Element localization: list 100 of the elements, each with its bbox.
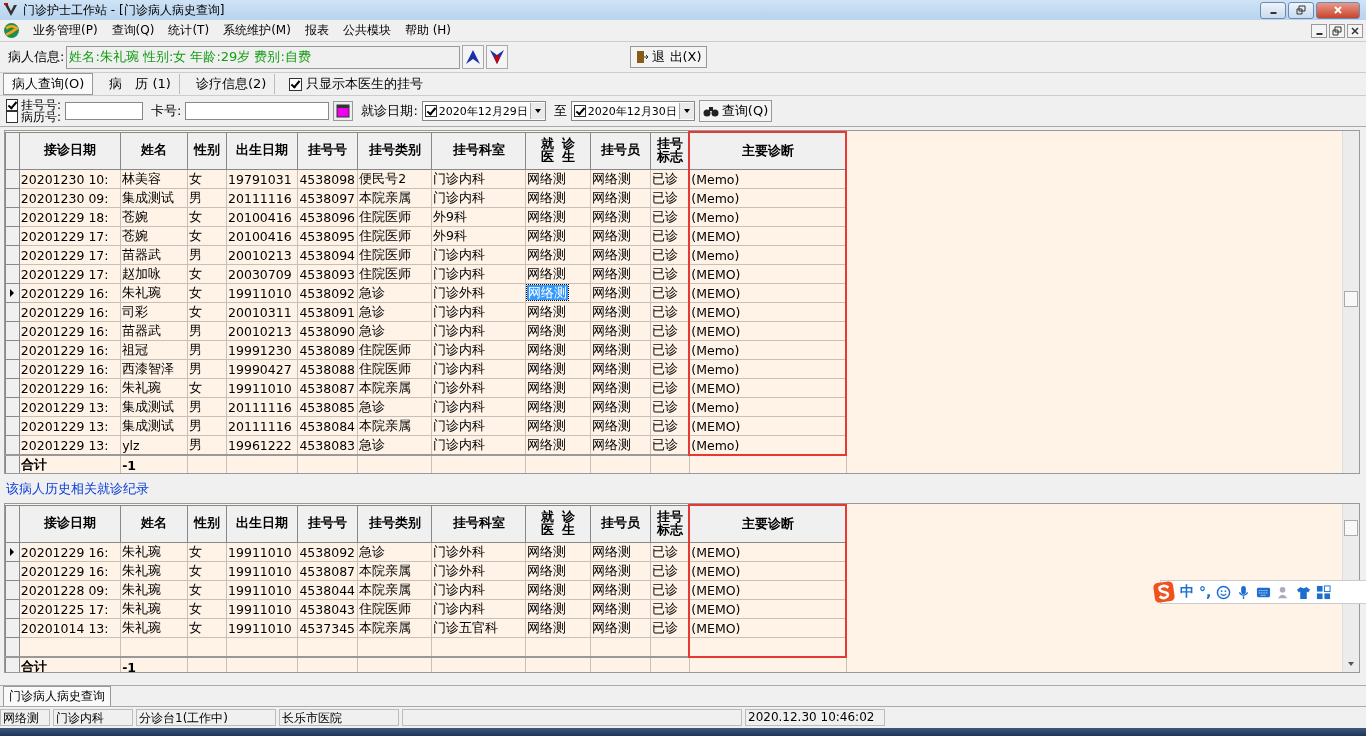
scroll-thumb[interactable] (1344, 520, 1358, 536)
menu-item[interactable]: 统计(T) (163, 22, 215, 39)
column-header[interactable]: 出生日期 (226, 505, 298, 543)
table-cell: 网络测 (591, 227, 631, 243)
query-button[interactable]: 查询(Q) (698, 100, 773, 122)
column-header[interactable]: 挂号标志 (650, 505, 690, 543)
menu-item[interactable]: 系统维护(M) (218, 22, 296, 39)
table-cell: 住院医师 (359, 227, 412, 243)
column-header[interactable]: 挂号员 (590, 505, 651, 543)
minimize-icon (1315, 32, 1323, 35)
punctuation-toggle[interactable]: °, (1199, 584, 1212, 600)
table-cell: 已诊 (651, 189, 678, 205)
table-cell: 19911010 (228, 620, 292, 636)
checkbox-label: 病历号: (21, 111, 62, 123)
column-header[interactable]: 接诊日期 (19, 132, 121, 170)
scrollbar[interactable] (1342, 131, 1359, 473)
table-cell: 20201229 18: (20, 209, 109, 225)
table-cell: 网络测 (591, 398, 631, 414)
previous-button[interactable] (462, 45, 485, 69)
date-from-picker[interactable]: 2020年12月29日 (421, 101, 546, 121)
table-cell: 20201229 16: (20, 361, 109, 377)
table-cell: 19911010 (228, 563, 292, 579)
column-header[interactable]: 主要诊断 (689, 132, 846, 170)
date-to-picker[interactable]: 2020年12月30日 (570, 101, 695, 121)
menu-item[interactable]: 报表 (299, 22, 334, 39)
column-header[interactable]: 挂号类别 (357, 132, 432, 170)
card-input-field[interactable] (185, 102, 330, 120)
column-header[interactable]: 就诊医生 (525, 132, 591, 170)
exit-button[interactable]: 退 出(X) (630, 46, 707, 68)
input-mode-toggle[interactable]: 中 (1180, 583, 1194, 601)
table-cell: 4538084 (299, 418, 356, 434)
column-header[interactable]: 挂号科室 (431, 505, 526, 543)
table-cell: 本院亲属 (359, 189, 412, 205)
grid-icon[interactable] (1316, 584, 1332, 600)
table-cell: 网络测 (527, 600, 567, 616)
column-header[interactable]: 挂号标志 (650, 132, 690, 170)
column-header[interactable]: 挂号号 (297, 132, 358, 170)
maximize-button[interactable] (1288, 1, 1314, 19)
close-button[interactable] (1347, 23, 1363, 38)
card-reader-button[interactable] (333, 101, 354, 121)
close-icon (1333, 5, 1343, 15)
dropdown-button[interactable] (529, 103, 545, 119)
column-header[interactable]: 性别 (187, 132, 227, 170)
table-cell: 女 (188, 284, 202, 300)
id-input-field[interactable] (65, 102, 144, 120)
table-cell: 已诊 (651, 322, 678, 338)
table-cell: 女 (188, 227, 202, 243)
table-cell: 门诊内科 (432, 246, 485, 262)
column-header[interactable]: 挂号员 (590, 132, 651, 170)
column-header[interactable]: 接诊日期 (19, 505, 121, 543)
table-cell: 20201229 17: (20, 247, 109, 263)
total-label: 合计 (20, 456, 47, 472)
table-cell: 网络测 (527, 360, 567, 376)
column-header[interactable]: 挂号号 (297, 505, 358, 543)
column-header[interactable]: 姓名 (120, 132, 188, 170)
table-cell: (MEMO) (691, 304, 741, 320)
table-cell: 司彩 (122, 303, 149, 319)
table-cell: 网络测 (527, 227, 567, 243)
menu-item[interactable]: 业务管理(P) (28, 22, 103, 39)
table-cell: 门诊内科 (432, 322, 485, 338)
minimize-button[interactable] (1311, 23, 1327, 38)
table-cell: 20111116 (228, 399, 292, 415)
column-header[interactable]: 挂号科室 (431, 132, 526, 170)
table-cell: 女 (188, 265, 202, 281)
menu-item[interactable]: 查询(Q) (106, 22, 160, 39)
menu-item[interactable]: 帮助 (H) (399, 22, 457, 39)
checkbox[interactable] (6, 111, 18, 123)
table-cell: 网络测 (527, 543, 567, 559)
checkbox[interactable] (289, 77, 303, 91)
column-header[interactable]: 主要诊断 (689, 505, 846, 543)
checkbox[interactable] (573, 105, 586, 117)
checkbox[interactable] (6, 99, 18, 111)
smiley-icon[interactable] (1216, 584, 1232, 600)
column-header[interactable]: 挂号类别 (357, 505, 432, 543)
document-tab[interactable]: 门诊病人病史查询 (3, 686, 111, 706)
restore-button[interactable] (1329, 23, 1345, 38)
tab[interactable]: 病 历 (1) (101, 74, 180, 94)
column-header[interactable]: 性别 (187, 505, 227, 543)
table-cell: 网络测 (527, 284, 569, 300)
table-cell: 网络测 (591, 417, 631, 433)
table-cell: 集成测试 (122, 398, 175, 414)
table-cell: 男 (188, 398, 202, 414)
checkbox[interactable] (424, 105, 437, 117)
next-button[interactable] (486, 45, 509, 69)
menu-item[interactable]: 公共模块 (337, 22, 396, 39)
dropdown-button[interactable] (678, 103, 694, 119)
shirt-icon[interactable] (1296, 584, 1312, 600)
table-cell: 已诊 (651, 398, 678, 414)
tab[interactable]: 诊疗信息(2) (187, 74, 276, 94)
scroll-down-icon[interactable] (1347, 660, 1355, 668)
tab[interactable]: 病人查询(O) (3, 73, 94, 95)
column-header[interactable]: 姓名 (120, 505, 188, 543)
column-header[interactable]: 就诊医生 (525, 505, 591, 543)
table-cell: 4538094 (299, 247, 356, 263)
table-cell: 网络测 (527, 436, 567, 452)
table-cell: 急诊 (359, 303, 386, 319)
table-cell: 门诊内科 (432, 265, 485, 281)
scroll-thumb[interactable] (1344, 291, 1358, 307)
column-header[interactable]: 出生日期 (226, 132, 298, 170)
minimize-button[interactable] (1260, 1, 1286, 19)
